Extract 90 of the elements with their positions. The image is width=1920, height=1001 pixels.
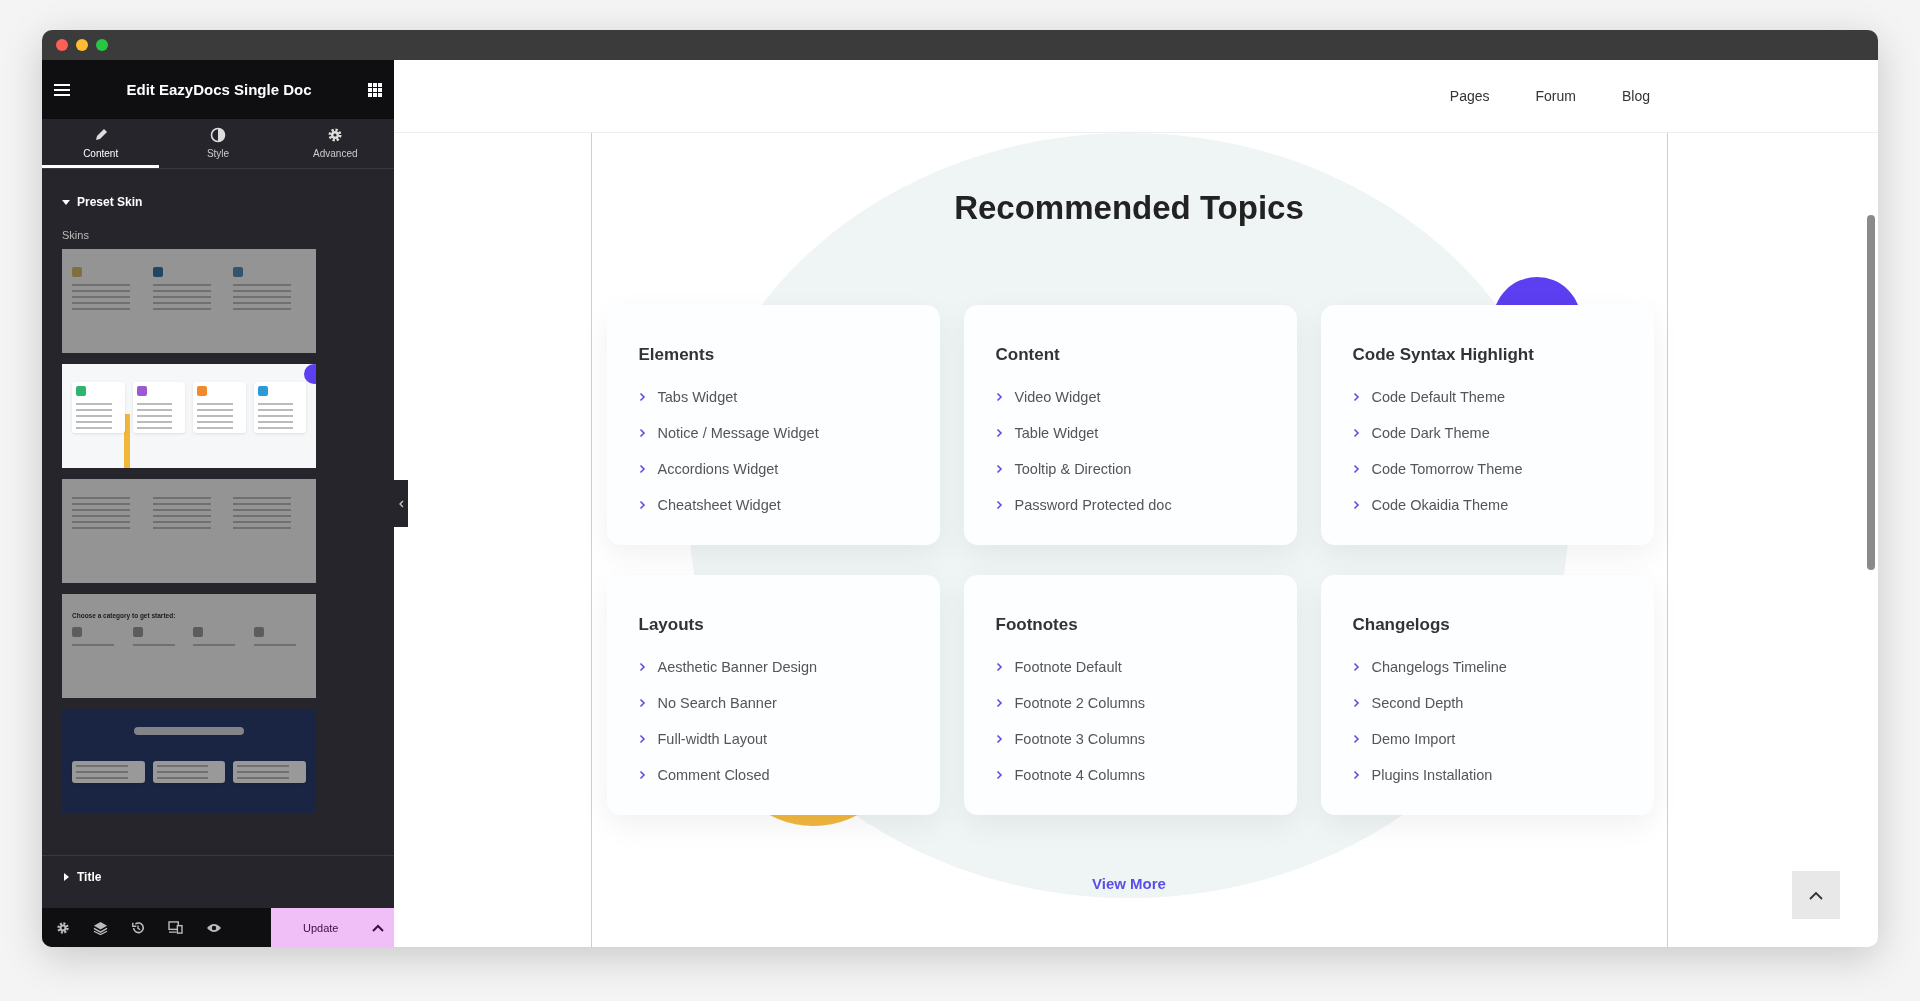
topic-link[interactable]: Changelogs Timeline xyxy=(1352,649,1507,685)
chevron-right-icon xyxy=(638,770,646,780)
caret-icon xyxy=(62,198,70,206)
topic-link[interactable]: Footnote Default xyxy=(995,649,1122,685)
topic-link[interactable]: Table Widget xyxy=(995,415,1099,451)
contrast-icon xyxy=(210,127,226,143)
chevron-right-icon xyxy=(995,392,1003,402)
nav-link[interactable]: Blog xyxy=(1621,88,1650,104)
topic-link[interactable]: Footnote 4 Columns xyxy=(995,757,1146,793)
editor-tab[interactable]: Content xyxy=(42,119,160,168)
collapse-handle[interactable] xyxy=(394,480,408,527)
card-title: Content xyxy=(995,344,1061,366)
chevron-right-icon xyxy=(638,392,646,402)
topic-link[interactable]: Code Okaidia Theme xyxy=(1352,487,1509,523)
chevron-right-icon xyxy=(1352,662,1360,672)
topic-link[interactable]: Code Dark Theme xyxy=(1352,415,1490,451)
topic-link[interactable]: Footnote 2 Columns xyxy=(995,685,1146,721)
scrollbar-thumb[interactable] xyxy=(1867,215,1875,570)
card-title: Layouts xyxy=(638,614,705,636)
chevron-up-icon xyxy=(1809,890,1823,900)
chevron-right-icon xyxy=(1352,770,1360,780)
skin-thumbnail[interactable] xyxy=(62,364,316,468)
update-button[interactable]: Update xyxy=(299,917,343,938)
chevron-right-icon xyxy=(995,662,1003,672)
skin-thumbnail[interactable] xyxy=(62,479,316,583)
chevron-right-icon xyxy=(995,464,1003,474)
topic-link[interactable]: Video Widget xyxy=(995,379,1101,415)
editor-tab[interactable]: Style xyxy=(159,119,277,168)
topic-link[interactable]: Footnote 3 Columns xyxy=(995,721,1146,757)
history-icon[interactable] xyxy=(131,920,145,935)
topic-link[interactable]: Comment Closed xyxy=(638,757,770,793)
chevron-right-icon xyxy=(1352,698,1360,708)
chevron-right-icon xyxy=(638,698,646,708)
chevron-right-icon xyxy=(1352,464,1360,474)
chevron-right-icon xyxy=(638,500,646,510)
card-title: Changelogs xyxy=(1352,614,1451,636)
editor-tab[interactable]: Advanced xyxy=(276,119,394,168)
topic-link[interactable]: Full-width Layout xyxy=(638,721,768,757)
field-label: Skins xyxy=(61,228,90,243)
menu-icon[interactable] xyxy=(54,82,70,97)
topic-link[interactable]: Aesthetic Banner Design xyxy=(638,649,818,685)
topic-link[interactable]: Tabs Widget xyxy=(638,379,738,415)
topic-link[interactable]: Password Protected doc xyxy=(995,487,1172,523)
topic-link[interactable]: Second Depth xyxy=(1352,685,1464,721)
card-title: Elements xyxy=(638,344,716,366)
chevron-up-icon[interactable] xyxy=(372,923,384,932)
chevron-right-icon xyxy=(995,770,1003,780)
section-toggle[interactable]: Preset Skin xyxy=(42,169,163,209)
topic-link[interactable]: Notice / Message Widget xyxy=(638,415,819,451)
topic-link[interactable]: Demo Import xyxy=(1352,721,1456,757)
close-icon[interactable] xyxy=(56,39,68,51)
panel-title: Edit EazyDocs Single Doc xyxy=(126,81,312,98)
chevron-right-icon xyxy=(1352,428,1360,438)
nav-link[interactable]: Pages xyxy=(1449,88,1490,104)
skin-thumbnail[interactable] xyxy=(62,249,316,353)
chevron-right-icon xyxy=(995,698,1003,708)
chevron-right-icon xyxy=(995,500,1003,510)
topic-link[interactable]: Cheatsheet Widget xyxy=(638,487,781,523)
section-toggle[interactable]: Title xyxy=(42,855,394,898)
settings-icon[interactable] xyxy=(56,920,70,935)
skin-thumbnail[interactable] xyxy=(62,709,316,813)
topic-link[interactable]: Plugins Installation xyxy=(1352,757,1493,793)
eye-icon[interactable] xyxy=(206,921,222,934)
chevron-right-icon xyxy=(638,662,646,672)
chevron-right-icon xyxy=(638,734,646,744)
topic-link[interactable]: Code Default Theme xyxy=(1352,379,1506,415)
topic-link[interactable]: Accordions Widget xyxy=(638,451,779,487)
maximize-icon[interactable] xyxy=(96,39,108,51)
topic-link[interactable]: Code Tomorrow Theme xyxy=(1352,451,1523,487)
section-heading: Recommended Topics xyxy=(953,188,1305,228)
grid-icon[interactable] xyxy=(368,82,382,97)
card-title: Code Syntax Highlight xyxy=(1352,344,1535,366)
chevron-right-icon xyxy=(995,428,1003,438)
card-title: Footnotes xyxy=(995,614,1079,636)
chevron-right-icon xyxy=(1352,392,1360,402)
topic-link[interactable]: No Search Banner xyxy=(638,685,777,721)
chevron-right-icon xyxy=(638,428,646,438)
layers-icon[interactable] xyxy=(93,920,108,935)
responsive-icon[interactable] xyxy=(168,921,183,934)
chevron-right-icon xyxy=(1352,734,1360,744)
minimize-icon[interactable] xyxy=(76,39,88,51)
chevron-right-icon xyxy=(638,464,646,474)
chevron-right-icon xyxy=(1352,500,1360,510)
chevron-right-icon xyxy=(995,734,1003,744)
caret-icon xyxy=(62,873,70,881)
topic-link[interactable]: Tooltip & Direction xyxy=(995,451,1132,487)
nav-link[interactable]: Forum xyxy=(1535,88,1576,104)
view-more-link[interactable]: View More xyxy=(1092,875,1166,892)
settings-icon xyxy=(327,127,344,143)
chevron-left-icon xyxy=(398,499,404,508)
